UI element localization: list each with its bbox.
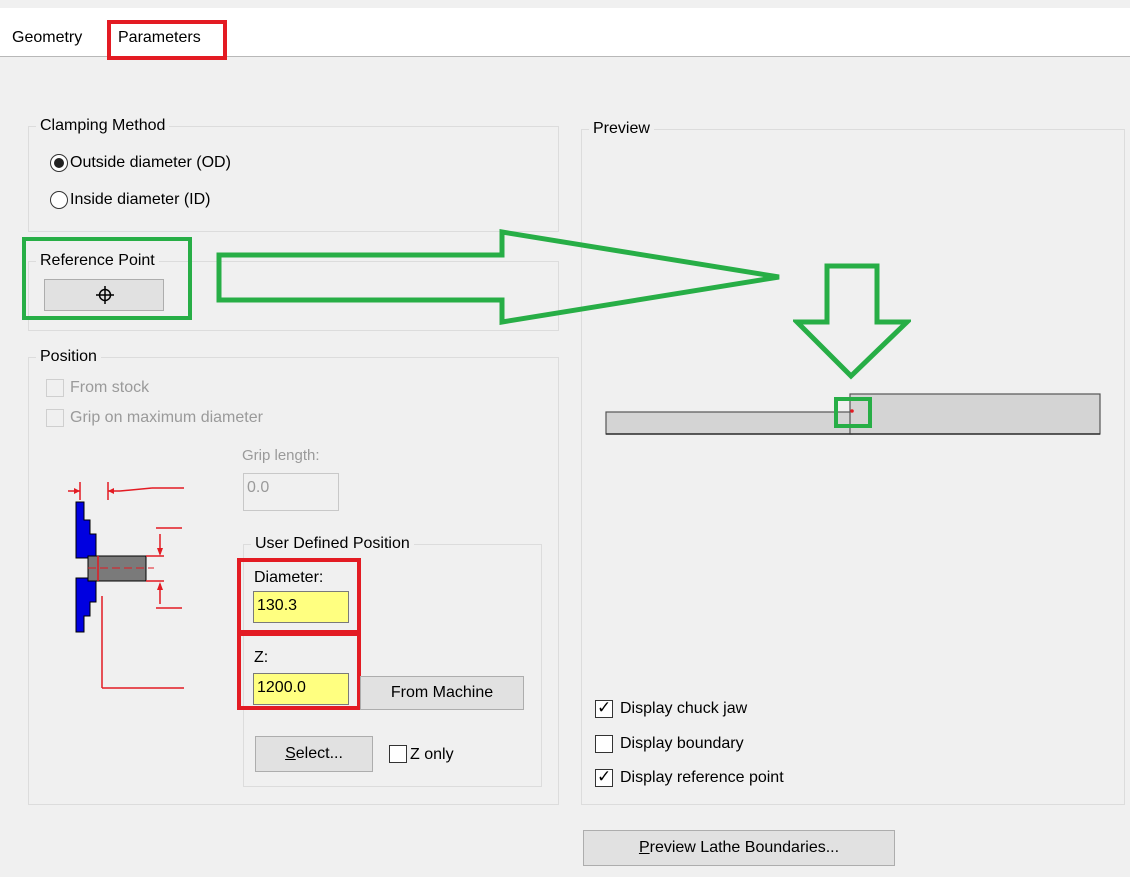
preview-legend: Preview xyxy=(589,119,654,139)
select-button[interactable]: Select... xyxy=(255,736,373,772)
check-icon: ✓ xyxy=(597,767,612,786)
radio-outside-diameter-label[interactable]: Outside diameter (OD) xyxy=(70,153,231,173)
select-accel: S xyxy=(285,745,296,762)
annotation-arrow-down xyxy=(793,263,911,380)
annotation-arrow-right xyxy=(216,229,780,325)
display-chuck-jaw-label: Display chuck jaw xyxy=(620,700,748,717)
from-stock-checkbox[interactable] xyxy=(46,379,64,397)
display-reference-point-checkbox[interactable]: ✓ xyxy=(595,767,613,787)
z-highlight xyxy=(237,632,361,710)
preview-accel: P xyxy=(638,839,650,856)
display-boundary-label: Display boundary xyxy=(620,735,744,752)
tab-parameters-highlight xyxy=(107,20,227,60)
z-only-label: Z only xyxy=(410,746,454,763)
grip-length-input[interactable]: 0.0 xyxy=(243,473,339,511)
reference-point-marker-highlight xyxy=(834,397,872,428)
position-legend: Position xyxy=(36,347,101,367)
grip-length-label: Grip length: xyxy=(242,447,320,464)
reference-point-highlight xyxy=(22,237,192,320)
clamping-method-legend: Clamping Method xyxy=(36,116,170,136)
from-machine-button[interactable]: From Machine xyxy=(360,676,524,710)
preview-lathe-boundaries-button[interactable]: Preview Lathe Boundaries... xyxy=(583,830,895,866)
display-chuck-jaw-checkbox[interactable]: ✓ xyxy=(595,698,613,718)
grip-max-diameter-label: Grip on maximum diameter xyxy=(70,409,263,426)
select-label: elect... xyxy=(295,745,343,762)
z-only-checkbox[interactable] xyxy=(389,745,407,763)
display-boundary-checkbox[interactable] xyxy=(595,735,613,753)
clamping-method-group xyxy=(28,126,559,232)
radio-inside-diameter[interactable] xyxy=(50,191,68,209)
clamping-diagram xyxy=(68,482,184,689)
from-stock-label: From stock xyxy=(70,379,150,396)
grip-max-diameter-checkbox[interactable] xyxy=(46,409,64,427)
preview-button-label: review Lathe Boundaries... xyxy=(649,839,840,856)
radio-outside-diameter[interactable] xyxy=(50,154,68,172)
diameter-highlight xyxy=(237,558,361,634)
window-top-strip xyxy=(0,0,1130,8)
user-defined-position-legend: User Defined Position xyxy=(251,534,414,554)
display-reference-point-label: Display reference point xyxy=(620,769,784,786)
radio-inside-diameter-label[interactable]: Inside diameter (ID) xyxy=(70,190,211,210)
check-icon: ✓ xyxy=(597,698,612,717)
tab-geometry[interactable]: Geometry xyxy=(8,24,86,52)
